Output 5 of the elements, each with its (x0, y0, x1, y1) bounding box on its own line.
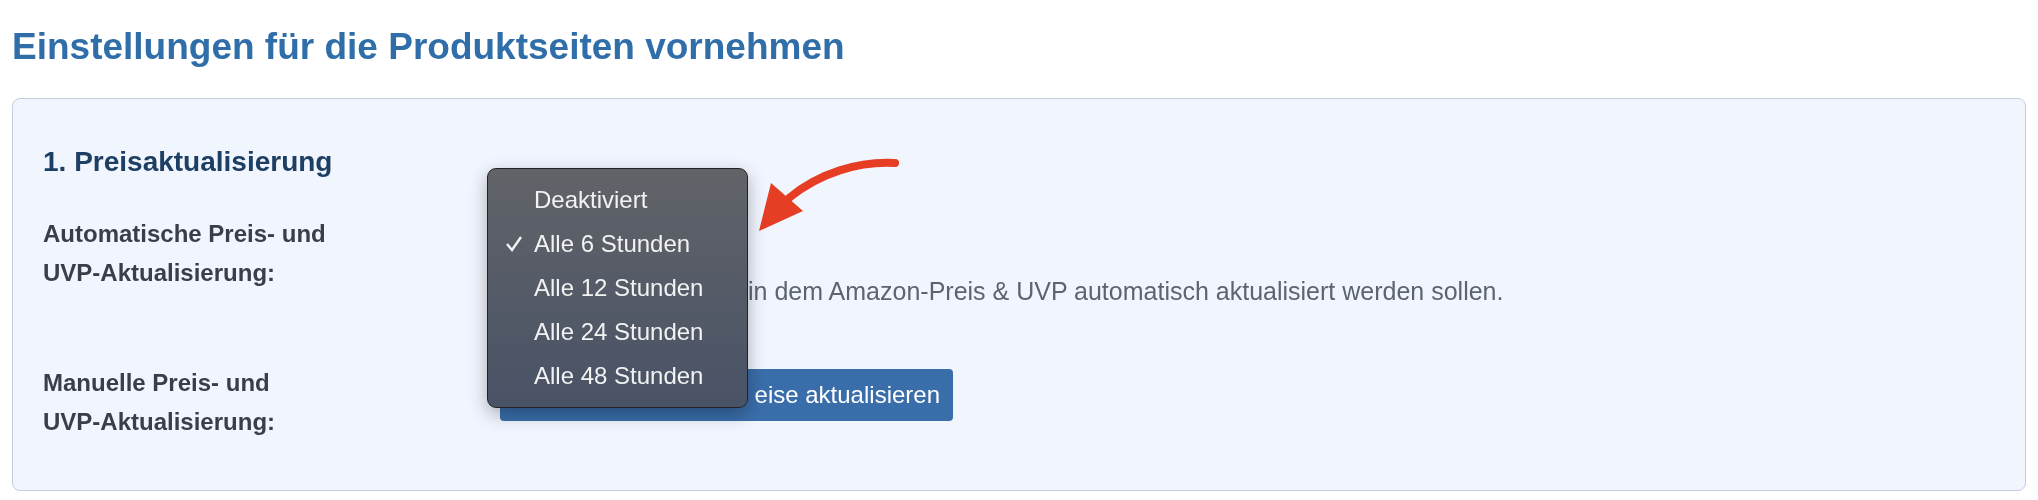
field-label: Manuelle Preis- und UVP-Aktualisierung: (43, 368, 277, 437)
page-title: Einstellungen für die Produktseiten vornehmen (12, 26, 846, 68)
section-heading: 1. Preisaktualisierung (43, 146, 334, 178)
help-text: in dem Amazon-Preis & UVP automatisch aktualisiert werden sollen. (748, 277, 1504, 306)
field-label: Automatische Preis- und UVP-Aktualisierung: (43, 219, 327, 288)
